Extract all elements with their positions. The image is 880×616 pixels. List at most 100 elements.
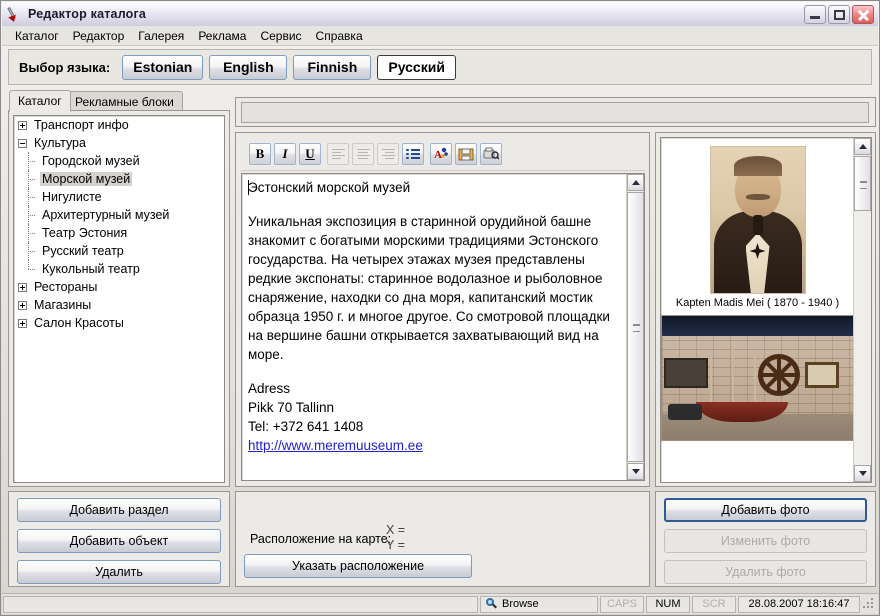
status-bar: Browse CAPS NUM SCR 28.08.2007 18:16:47: [2, 593, 878, 614]
menu-item-catalog[interactable]: Каталог: [8, 27, 66, 45]
top-empty-field[interactable]: [241, 102, 869, 123]
address-label: Adress: [248, 379, 624, 398]
photo-actions-panel: Добавить фото Изменить фото Удалить фото: [655, 491, 876, 587]
address-phone: Tel: +372 641 1408: [248, 417, 624, 436]
map-location-panel: Расположение на карте: X = Y = Указать р…: [235, 491, 650, 587]
tree-node-niguliste[interactable]: Нигулисте: [14, 188, 224, 206]
tree-node-culture[interactable]: Культура: [14, 134, 224, 152]
align-center-icon[interactable]: [352, 143, 374, 165]
tree-node-shops[interactable]: Магазины: [14, 296, 224, 314]
website-link[interactable]: http://www.meremuuseum.ee: [248, 436, 624, 455]
language-button-estonian[interactable]: Estonian: [122, 55, 203, 80]
map-x-value: X =: [386, 523, 405, 538]
status-caps: CAPS: [600, 596, 644, 613]
tab-ad-blocks[interactable]: Рекламные блоки: [66, 91, 183, 111]
scroll-thumb[interactable]: [854, 156, 871, 211]
font-color-icon[interactable]: A: [430, 143, 452, 165]
portrait-photo[interactable]: [710, 146, 806, 294]
tree-node-beauty-salon[interactable]: Салон Красоты: [14, 314, 224, 332]
status-mode[interactable]: Browse: [480, 596, 598, 613]
scroll-down-arrow[interactable]: [627, 463, 644, 480]
language-button-finnish[interactable]: Finnish: [293, 55, 371, 80]
add-object-button[interactable]: Добавить объект: [17, 529, 221, 553]
minimize-button[interactable]: [804, 5, 826, 24]
print-preview-icon[interactable]: [480, 143, 502, 165]
tree-node-label: Нигулисте: [40, 190, 104, 204]
tree-actions-panel: Добавить раздел Добавить объект Удалить: [8, 491, 230, 587]
tree-node-label: Транспорт инфо: [32, 118, 131, 132]
language-button-russian[interactable]: Русский: [377, 55, 456, 80]
tree-node-label: Магазины: [32, 298, 93, 312]
tree-node-label: Культура: [32, 136, 88, 150]
menu-bar: Каталог Редактор Галерея Реклама Сервис …: [2, 26, 878, 46]
museum-hall-photo[interactable]: [661, 315, 854, 441]
add-photo-button[interactable]: Добавить фото: [664, 498, 867, 522]
tree-node-puppet-theatre[interactable]: Кукольный театр: [14, 260, 224, 278]
add-section-button[interactable]: Добавить раздел: [17, 498, 221, 522]
open-folder-icon[interactable]: [455, 143, 477, 165]
map-location-label: Расположение на карте:: [250, 532, 391, 546]
menu-item-service[interactable]: Сервис: [253, 27, 308, 45]
application-window: Редактор каталога Каталог Редактор Галер…: [0, 0, 880, 616]
status-message: [3, 596, 478, 613]
language-button-english[interactable]: English: [209, 55, 287, 80]
italic-icon[interactable]: I: [274, 143, 296, 165]
menu-item-advertising[interactable]: Реклама: [191, 27, 253, 45]
svg-text:A: A: [434, 149, 442, 161]
tab-catalog[interactable]: Каталог: [9, 90, 71, 112]
map-y-value: Y =: [386, 538, 405, 553]
tab-strip: Каталог Рекламные блоки: [9, 91, 229, 111]
status-num: NUM: [646, 596, 690, 613]
tree-node-russian-theatre[interactable]: Русский театр: [14, 242, 224, 260]
editor-panel: B I U A: [235, 132, 650, 487]
scroll-thumb[interactable]: [627, 192, 644, 462]
menu-item-editor[interactable]: Редактор: [66, 27, 132, 45]
expand-plus-icon[interactable]: [18, 319, 27, 328]
menu-item-help[interactable]: Справка: [309, 27, 370, 45]
text-heading: Эстонский морской музей: [248, 178, 624, 197]
status-scroll: SCR: [692, 596, 736, 613]
editor-scrollbar[interactable]: [626, 174, 644, 480]
resize-grip[interactable]: [863, 598, 875, 610]
align-left-icon[interactable]: [327, 143, 349, 165]
menu-item-gallery[interactable]: Галерея: [131, 27, 191, 45]
scroll-up-arrow[interactable]: [854, 138, 871, 155]
tree-node-restaurants[interactable]: Рестораны: [14, 278, 224, 296]
edit-photo-button: Изменить фото: [664, 529, 867, 553]
catalog-tree[interactable]: Транспорт инфо Культура Городской музей …: [13, 115, 225, 483]
align-right-icon[interactable]: [377, 143, 399, 165]
scroll-up-arrow[interactable]: [627, 174, 644, 191]
set-location-button[interactable]: Указать расположение: [244, 554, 472, 578]
tree-node-transport[interactable]: Транспорт инфо: [14, 116, 224, 134]
delete-photo-button: Удалить фото: [664, 560, 867, 584]
expand-plus-icon[interactable]: [18, 301, 27, 310]
bold-icon[interactable]: B: [249, 143, 271, 165]
photo-list[interactable]: Kapten Madis Mei ( 1870 - 1940 ): [660, 137, 872, 483]
language-selection-bar: Выбор языка: Estonian English Finnish Ру…: [8, 49, 872, 85]
tree-node-maritime-museum[interactable]: Морской музей: [14, 170, 224, 188]
window-controls: [804, 5, 878, 24]
photo-scrollbar[interactable]: [853, 138, 871, 482]
tree-node-label: Салон Красоты: [32, 316, 126, 330]
scroll-down-arrow[interactable]: [854, 465, 871, 482]
expand-plus-icon[interactable]: [18, 283, 27, 292]
maximize-button[interactable]: [828, 5, 850, 24]
tree-node-label: Морской музей: [40, 172, 132, 186]
close-button[interactable]: [852, 5, 874, 24]
bullet-list-icon[interactable]: [402, 143, 424, 165]
language-label: Выбор языка:: [19, 60, 110, 75]
expand-plus-icon[interactable]: [18, 121, 27, 130]
tree-node-estonia-theatre[interactable]: Театр Эстония: [14, 224, 224, 242]
tree-node-architecture-museum[interactable]: Архитертурный музей: [14, 206, 224, 224]
photo-list-content: Kapten Madis Mei ( 1870 - 1940 ): [661, 138, 854, 482]
title-bar: Редактор каталога: [2, 2, 878, 27]
underline-icon[interactable]: U: [299, 143, 321, 165]
description-text-area[interactable]: Эстонский морской музей Уникальная экспо…: [241, 173, 645, 481]
window-title: Редактор каталога: [28, 7, 146, 21]
portrait-photo-caption: Kapten Madis Mei ( 1870 - 1940 ): [661, 294, 854, 315]
delete-button[interactable]: Удалить: [17, 560, 221, 584]
format-toolbar: B I U A: [241, 138, 645, 171]
tree-node-label: Кукольный театр: [40, 262, 142, 276]
tree-node-city-museum[interactable]: Городской музей: [14, 152, 224, 170]
collapse-minus-icon[interactable]: [18, 139, 27, 148]
